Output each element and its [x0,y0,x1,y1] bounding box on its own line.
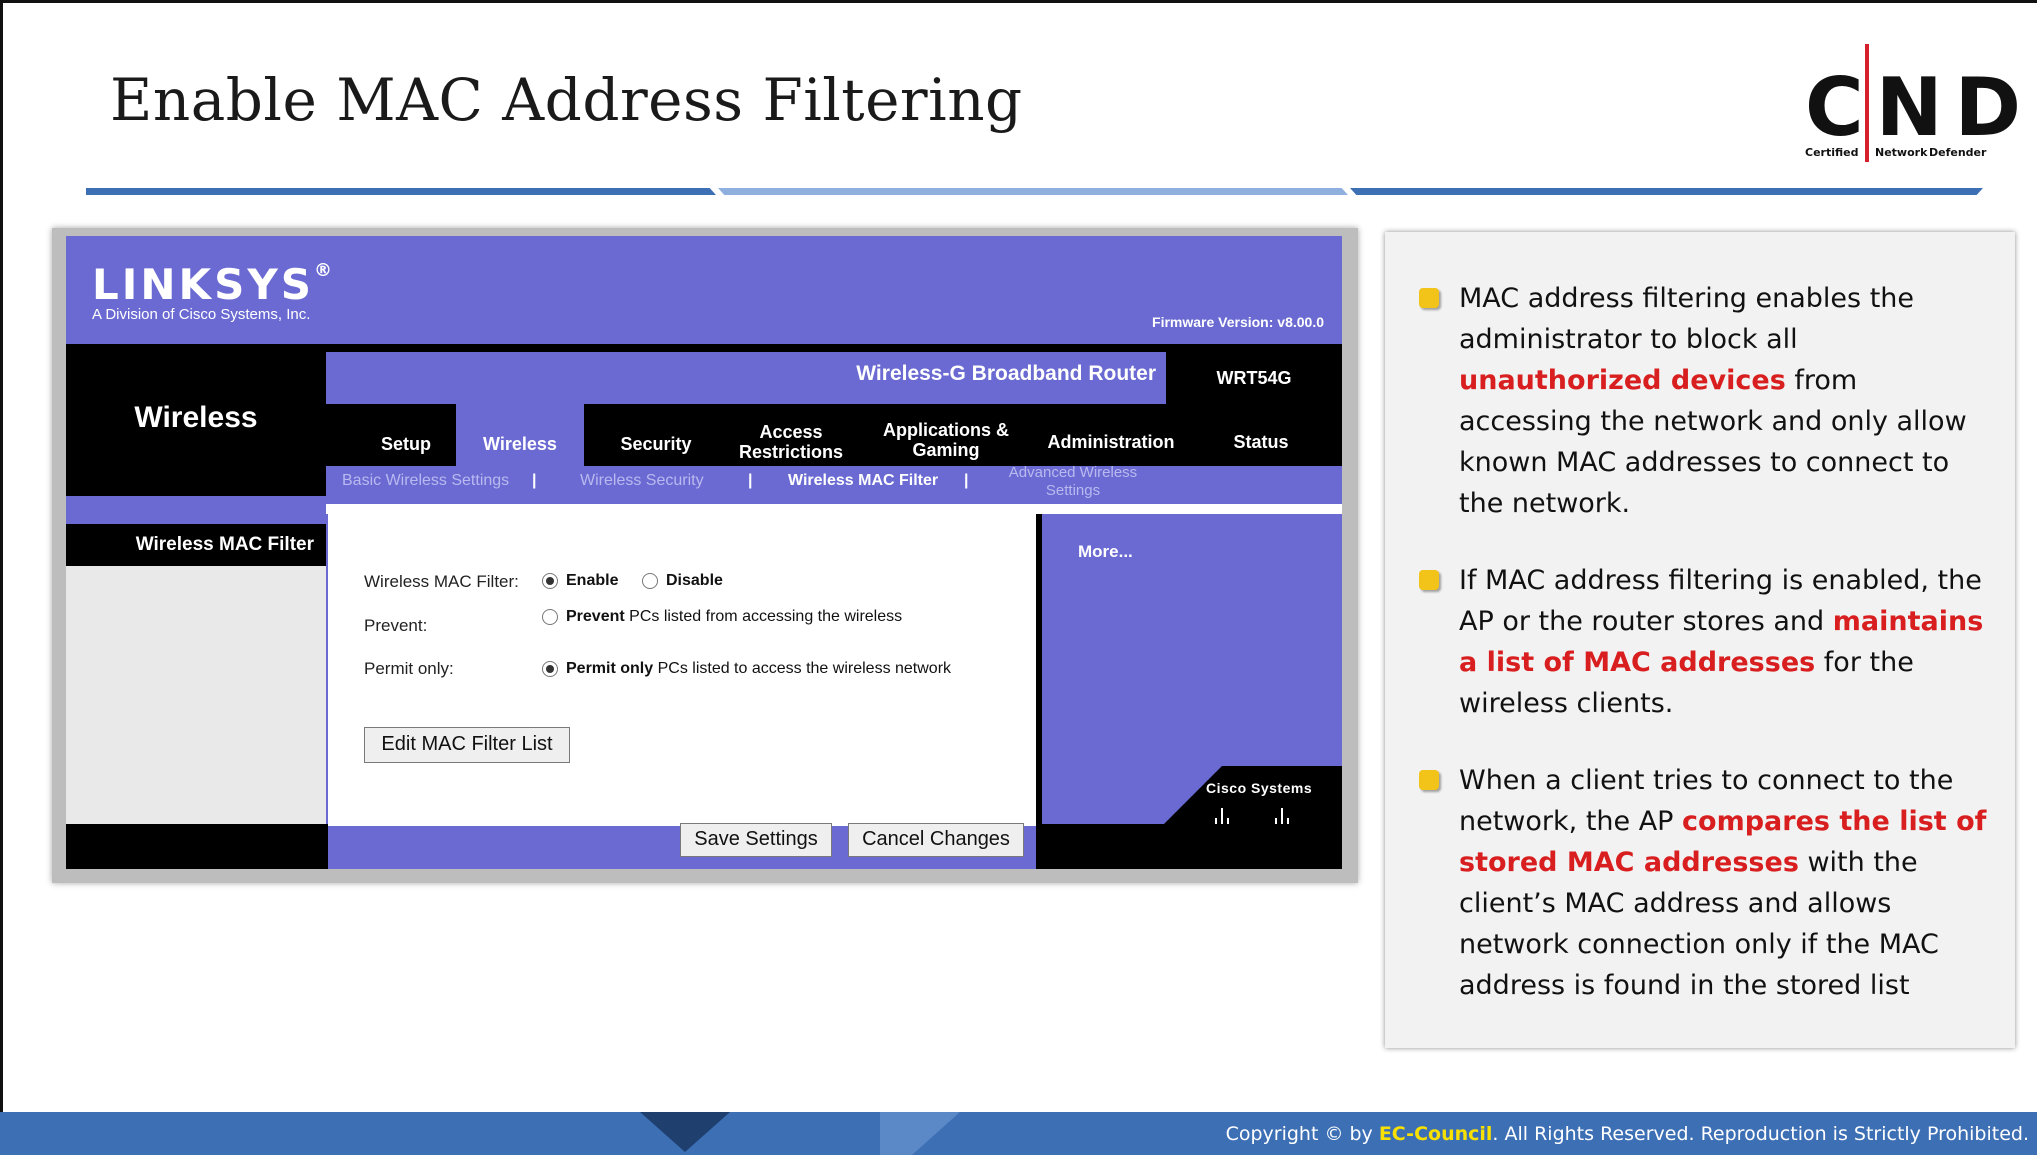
footer-triangle [640,1112,730,1152]
tab-setup[interactable]: Setup [366,434,446,454]
permit-label: Permit only: [364,659,454,678]
disable-label: Disable [666,572,723,589]
edit-mac-filter-list-button[interactable]: Edit MAC Filter List [364,727,570,763]
bullet-3: When a client tries to connect to the ne… [1419,760,1989,1006]
bullet-3-text: When a client tries to connect to the ne… [1459,760,1989,1006]
linksys-logo: LINKSYS® [92,260,335,309]
title-rule-middle [718,188,1348,195]
subtabs-divider [326,504,1342,514]
title-rule-left [86,188,716,195]
title-rule-right [1350,188,1983,195]
left-section-label: Wireless MAC Filter [66,524,326,566]
slide-title: Enable MAC Address Filtering [110,66,1023,134]
bullet-1-before: MAC address filtering enables the admini… [1459,283,1915,355]
subtab-wireless-mac-filter[interactable]: Wireless MAC Filter [788,472,938,490]
prevent-label: Prevent: [364,616,428,635]
cnd-logo-divider [1865,44,1869,162]
cnd-logo-letters: CND [1805,61,2034,154]
router-screenshot: LINKSYS® A Division of Cisco Systems, In… [66,236,1342,869]
product-name: Wireless-G Broadband Router [856,362,1156,385]
more-link[interactable]: More... [1078,542,1133,562]
cnd-logo: CND Certified Network Defender [1805,44,2034,164]
cisco-systems-logo-text: Cisco Systems [1206,780,1313,796]
linksys-subtitle: A Division of Cisco Systems, Inc. [92,306,311,323]
tab-security[interactable]: Security [596,434,716,454]
bullet-marker-icon [1419,570,1439,590]
model-number: WRT54G [1166,352,1342,404]
copyright-after: . All Rights Reserved. Reproduction is S… [1492,1123,2029,1145]
bullet-marker-icon [1419,770,1439,790]
mac-filter-label: Wireless MAC Filter: [364,572,519,591]
tab-status[interactable]: Status [1196,432,1326,452]
section-title: Wireless [134,401,258,434]
tab-access-restrictions[interactable]: Access Restrictions [726,422,856,462]
explanation-panel: MAC address filtering enables the admini… [1385,232,2015,1048]
subtab-basic-wireless[interactable]: Basic Wireless Settings [342,472,509,490]
prevent-radio[interactable] [542,608,558,625]
subtab-advanced-wireless[interactable]: Advanced Wireless Settings [998,464,1148,500]
cnd-logo-network: Network [1875,146,1928,159]
left-column [66,524,326,824]
footer-left-block [66,824,328,869]
footer-right-block [1036,824,1342,869]
bullet-1-text: MAC address filtering enables the admini… [1459,278,1989,524]
tab-administration[interactable]: Administration [1036,432,1186,452]
permit-radio[interactable] [542,660,558,677]
cancel-changes-button[interactable]: Cancel Changes [848,823,1024,857]
linksys-registered-mark: ® [314,260,335,281]
bullet-1-highlight: unauthorized devices [1459,365,1786,396]
permit-option[interactable]: Permit only PCs listed to access the wir… [542,660,951,678]
disable-radio[interactable] [642,572,658,589]
bullet-marker-icon [1419,288,1439,308]
cnd-logo-defender: Defender [1929,146,1987,159]
bullet-1: MAC address filtering enables the admini… [1419,278,1989,524]
copyright-before: Copyright © by [1225,1123,1379,1145]
enable-radio[interactable] [542,572,558,589]
prevent-option[interactable]: Prevent PCs listed from accessing the wi… [542,608,902,626]
cnd-logo-certified: Certified [1805,146,1859,159]
permit-option-text: PCs listed to access the wireless networ… [653,660,952,677]
linksys-logo-text: LINKSYS [92,260,314,309]
ec-council-brand: EC-Council [1378,1123,1493,1145]
copyright-text: Copyright © by EC-Council. All Rights Re… [1226,1123,2029,1145]
prevent-option-text: PCs listed from accessing the wireless [624,608,903,625]
enable-label: Enable [566,572,619,589]
tab-wireless[interactable]: Wireless [456,434,584,454]
subtab-wireless-security[interactable]: Wireless Security [580,472,704,490]
bullet-2-text: If MAC address filtering is enabled, the… [1459,560,1989,724]
mac-filter-disable-option[interactable]: Disable [642,572,723,590]
footer-accent [880,1112,960,1155]
subtab-separator: | [748,472,753,489]
bullet-2: If MAC address filtering is enabled, the… [1419,560,1989,724]
subtab-separator: | [532,472,537,489]
prevent-option-bold: Prevent [566,608,625,625]
tab-applications-gaming[interactable]: Applications & Gaming [871,420,1021,460]
mac-filter-enable-option[interactable]: Enable [542,572,618,590]
header-divider [326,344,1342,352]
firmware-version: Firmware Version: v8.00.0 [1152,314,1324,330]
slide-footer: Copyright © by EC-Council. All Rights Re… [0,1112,2037,1155]
subtab-separator: | [964,472,969,489]
save-settings-button[interactable]: Save Settings [680,823,832,857]
permit-option-bold: Permit only [566,660,654,677]
